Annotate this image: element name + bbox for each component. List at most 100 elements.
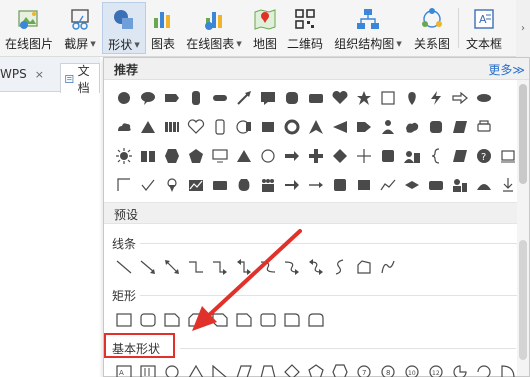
rect-shape[interactable] bbox=[304, 86, 328, 110]
round-same-side-corner-shape[interactable] bbox=[304, 308, 328, 332]
hexagon-outline-shape[interactable] bbox=[328, 360, 352, 377]
china-map-shape[interactable] bbox=[400, 115, 424, 139]
decagon-shape[interactable]: 10 bbox=[400, 360, 424, 377]
elbow-connector-shape[interactable] bbox=[184, 255, 208, 279]
curve-shape[interactable] bbox=[328, 255, 352, 279]
more-shapes-link[interactable]: 更多≫ bbox=[488, 61, 525, 78]
elbow-arrow-connector-shape[interactable] bbox=[208, 255, 232, 279]
scrollbar-thumb[interactable] bbox=[519, 240, 527, 360]
vertical-text-box-shape[interactable] bbox=[136, 360, 160, 377]
line-shape[interactable] bbox=[112, 255, 136, 279]
relation-diagram-button[interactable]: 关系图 bbox=[410, 2, 454, 54]
curved-double-arrow-shape[interactable] bbox=[304, 255, 328, 279]
online-chart-button[interactable]: 在线图表 ▼ bbox=[182, 2, 246, 54]
rounded-block-shape[interactable] bbox=[424, 115, 448, 139]
heart-outline-shape[interactable] bbox=[184, 115, 208, 139]
line-arrow-shape[interactable] bbox=[304, 173, 328, 197]
diamond-shape[interactable] bbox=[328, 144, 352, 168]
trend-line-shape[interactable] bbox=[376, 173, 400, 197]
parallelogram-shape-2[interactable] bbox=[448, 144, 472, 168]
scribble-shape[interactable] bbox=[376, 255, 400, 279]
rounded-rect-block-shape[interactable] bbox=[424, 173, 448, 197]
elbow-double-arrow-shape[interactable] bbox=[232, 255, 256, 279]
circle-outline-shape[interactable] bbox=[256, 144, 280, 168]
filled-rect-shape-2[interactable] bbox=[208, 173, 232, 197]
snip-round-rectangle-shape[interactable] bbox=[232, 308, 256, 332]
pentagon-outline-shape[interactable] bbox=[304, 360, 328, 377]
rect-block-shape[interactable] bbox=[352, 173, 376, 197]
rounded-square-shape[interactable] bbox=[280, 86, 304, 110]
square-outline-shape[interactable] bbox=[376, 86, 400, 110]
pie-shape[interactable] bbox=[448, 360, 472, 377]
ellipse-shape[interactable] bbox=[472, 86, 496, 110]
oval-shape[interactable] bbox=[160, 360, 184, 377]
question-shape[interactable]: ? bbox=[472, 144, 496, 168]
isosceles-triangle-shape[interactable] bbox=[184, 360, 208, 377]
sun-shape[interactable] bbox=[112, 144, 136, 168]
close-icon[interactable]: × bbox=[35, 68, 44, 81]
hexagon-shape[interactable] bbox=[160, 144, 184, 168]
tablet-shape[interactable] bbox=[472, 115, 496, 139]
people-group-shape[interactable] bbox=[160, 115, 184, 139]
triangle-shape[interactable] bbox=[232, 144, 256, 168]
pin-shape[interactable] bbox=[160, 173, 184, 197]
online-picture-button[interactable]: 在线图片 bbox=[2, 2, 56, 54]
screenshot-button[interactable]: 截屏 ▼ bbox=[60, 2, 100, 54]
book-shape[interactable] bbox=[136, 144, 160, 168]
chart-board-shape[interactable] bbox=[184, 173, 208, 197]
right-arrow-shape[interactable] bbox=[280, 144, 304, 168]
cloud-shape[interactable] bbox=[112, 115, 136, 139]
heptagon-shape[interactable]: 7 bbox=[352, 360, 376, 377]
dome-shape[interactable] bbox=[472, 173, 496, 197]
shapes-button[interactable]: 形状 ▼ bbox=[102, 2, 146, 54]
parallelogram-outline-shape[interactable] bbox=[232, 360, 256, 377]
heart-shape[interactable] bbox=[328, 86, 352, 110]
striped-arrow-shape[interactable] bbox=[448, 86, 472, 110]
snip-diagonal-rectangle-shape[interactable] bbox=[208, 308, 232, 332]
chevron-tag-shape[interactable] bbox=[352, 115, 376, 139]
brace-shape[interactable] bbox=[424, 144, 448, 168]
octagon-shape[interactable]: 8 bbox=[376, 360, 400, 377]
monitor-shape[interactable] bbox=[208, 144, 232, 168]
block-shape[interactable] bbox=[328, 173, 352, 197]
round-corner-rectangle-shape[interactable] bbox=[256, 308, 280, 332]
dodecagon-shape[interactable]: 12 bbox=[424, 360, 448, 377]
snip-same-side-rectangle-shape[interactable] bbox=[184, 308, 208, 332]
trapezoid-shape[interactable] bbox=[256, 360, 280, 377]
speech-bubble-shape[interactable] bbox=[136, 86, 160, 110]
star-shape[interactable] bbox=[352, 86, 376, 110]
check-shape[interactable] bbox=[136, 173, 160, 197]
corner-shape[interactable] bbox=[112, 173, 136, 197]
org-chart-button[interactable]: 组织结构图 ▼ bbox=[330, 2, 406, 54]
person-shape[interactable] bbox=[376, 115, 400, 139]
rounded-square-shape-2[interactable] bbox=[376, 144, 400, 168]
scrollbar-thumb[interactable] bbox=[519, 84, 527, 184]
triangle-shape[interactable] bbox=[136, 115, 160, 139]
circle-shape[interactable] bbox=[112, 86, 136, 110]
snip-corner-rectangle-shape[interactable] bbox=[160, 308, 184, 332]
text-box-shape[interactable]: A bbox=[112, 360, 136, 377]
globe-device-shape[interactable] bbox=[232, 115, 256, 139]
phone-shape[interactable] bbox=[208, 115, 232, 139]
navigation-arrow-shape[interactable] bbox=[304, 115, 328, 139]
plus-shape[interactable] bbox=[304, 144, 328, 168]
tab-wps[interactable]: WPS × bbox=[0, 67, 44, 81]
parallelogram-shape[interactable] bbox=[448, 115, 472, 139]
diamond-outline-shape[interactable] bbox=[280, 360, 304, 377]
rounded-rectangle-shape[interactable] bbox=[136, 308, 160, 332]
chart-button[interactable]: 图表 bbox=[148, 2, 178, 54]
map-button[interactable]: 地图 bbox=[250, 2, 280, 54]
qr-code-button[interactable]: 二维码 bbox=[284, 2, 326, 54]
left-triangle-shape[interactable] bbox=[328, 115, 352, 139]
tab-document[interactable]: 文档 bbox=[60, 63, 100, 95]
double-arrow-line-shape[interactable] bbox=[160, 255, 184, 279]
text-box-button[interactable]: A 文本框 bbox=[462, 2, 506, 54]
flat-rounded-shape[interactable] bbox=[208, 86, 232, 110]
crosshair-shape[interactable] bbox=[352, 144, 376, 168]
team-shape[interactable] bbox=[256, 173, 280, 197]
curved-arrow-connector-shape[interactable] bbox=[280, 255, 304, 279]
freeform-shape[interactable] bbox=[352, 255, 376, 279]
drop-shape[interactable] bbox=[400, 86, 424, 110]
arrow-up-right-shape[interactable] bbox=[232, 86, 256, 110]
donut-shape[interactable] bbox=[280, 115, 304, 139]
